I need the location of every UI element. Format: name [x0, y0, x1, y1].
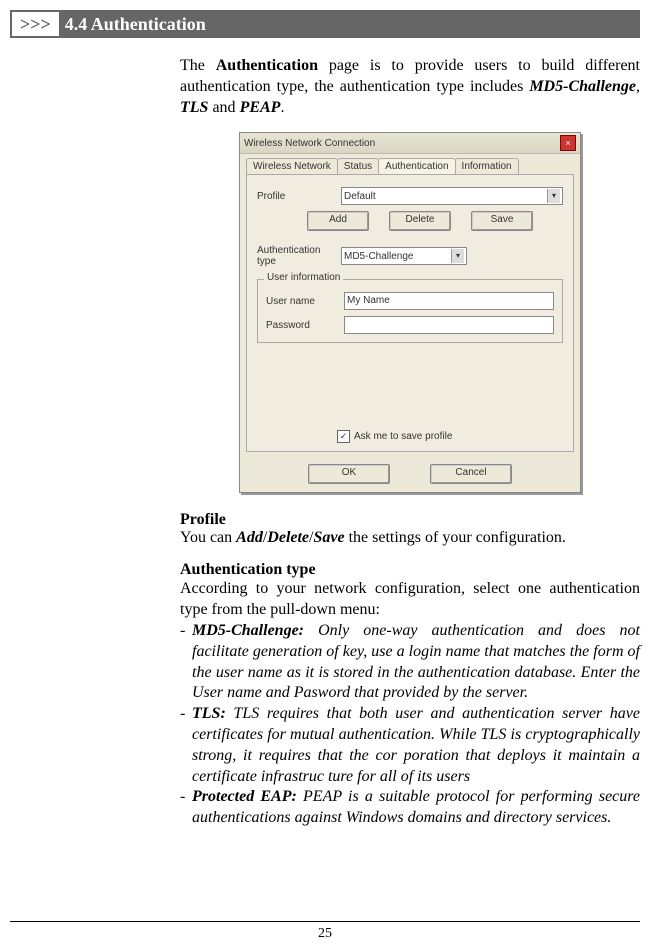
username-input[interactable]: My Name	[344, 292, 554, 310]
profile-combo[interactable]: Default ▾	[341, 187, 563, 205]
auth-type-section: Authentication type According to your ne…	[180, 561, 640, 829]
intro-t1: The	[180, 57, 216, 74]
dash-icon: -	[180, 704, 192, 787]
profile-section: Profile You can Add/Delete/Save the sett…	[180, 511, 640, 547]
section-title: 4.4 Authentication	[59, 14, 206, 35]
profile-value: Default	[344, 191, 376, 202]
b2-label: TLS:	[192, 705, 226, 722]
dialog-panel: Profile Default ▾ Add Delete Save Authen…	[246, 174, 574, 452]
intro-peap: PEAP	[240, 99, 281, 116]
tab-information[interactable]: Information	[455, 158, 519, 174]
pt-add: Add	[236, 529, 263, 546]
ok-button[interactable]: OK	[308, 464, 390, 484]
auth-type-value: MD5-Challenge	[344, 251, 413, 262]
password-label: Password	[266, 320, 344, 331]
profile-label: Profile	[257, 191, 341, 202]
auth-type-combo[interactable]: MD5-Challenge ▾	[341, 247, 467, 265]
ask-save-label: Ask me to save profile	[354, 431, 452, 442]
username-label: User name	[266, 296, 344, 307]
dialog-title: Wireless Network Connection	[244, 138, 375, 149]
bullet-md5: - MD5-Challenge: Only one-way authentica…	[180, 621, 640, 704]
tab-authentication[interactable]: Authentication	[378, 158, 455, 174]
dash-icon: -	[180, 787, 192, 829]
close-icon[interactable]: ×	[560, 135, 576, 151]
intro-t5: .	[280, 99, 284, 116]
pt7: the settings of your configuration.	[345, 529, 566, 546]
dialog-tabs: Wireless Network Status Authentication I…	[246, 158, 574, 174]
delete-button[interactable]: Delete	[389, 211, 451, 231]
chevron-down-icon: ▾	[451, 249, 464, 263]
intro-bold-auth: Authentication	[216, 57, 318, 74]
cancel-button[interactable]: Cancel	[430, 464, 512, 484]
auth-type-desc: According to your network configuration,…	[180, 579, 640, 621]
tab-wireless-network[interactable]: Wireless Network	[246, 158, 338, 174]
auth-type-title: Authentication type	[180, 561, 640, 579]
ask-save-checkbox[interactable]: ✓ Ask me to save profile	[337, 430, 563, 443]
save-button[interactable]: Save	[471, 211, 533, 231]
dialog-bottom: OK Cancel	[240, 458, 580, 492]
dialog-titlebar: Wireless Network Connection ×	[240, 133, 580, 154]
section-arrows: >>>	[12, 12, 59, 36]
pt-delete: Delete	[267, 529, 309, 546]
intro-t4: and	[208, 99, 239, 116]
page-divider	[10, 921, 640, 922]
checkbox-icon: ✓	[337, 430, 350, 443]
pt1: You can	[180, 529, 236, 546]
intro-md5: MD5-Challenge	[529, 78, 636, 95]
auth-type-label: Authentication type	[257, 245, 341, 267]
pt-save: Save	[313, 529, 344, 546]
profile-title: Profile	[180, 511, 640, 529]
user-info-group: User information User name My Name Passw…	[257, 279, 563, 343]
password-input[interactable]	[344, 316, 554, 334]
dialog-window: Wireless Network Connection × Wireless N…	[239, 132, 581, 493]
b2-text: TLS requires that both user and authenti…	[192, 705, 640, 784]
chevron-down-icon: ▾	[547, 189, 560, 203]
b3-label: Protected EAP:	[192, 788, 297, 805]
dash-icon: -	[180, 621, 192, 704]
content: The Authentication page is to provide us…	[180, 56, 640, 829]
intro-paragraph: The Authentication page is to provide us…	[180, 56, 640, 118]
tab-status[interactable]: Status	[337, 158, 379, 174]
b1-label: MD5-Challenge:	[192, 622, 304, 639]
bullet-tls: - TLS: TLS requires that both user and a…	[180, 704, 640, 787]
intro-t3: ,	[636, 78, 640, 95]
add-button[interactable]: Add	[307, 211, 369, 231]
section-header: >>> 4.4 Authentication	[10, 10, 640, 38]
bullet-peap: - Protected EAP: PEAP is a suitable prot…	[180, 787, 640, 829]
profile-text: You can Add/Delete/Save the settings of …	[180, 529, 640, 547]
user-info-legend: User information	[264, 272, 343, 283]
intro-tls: TLS	[180, 99, 208, 116]
